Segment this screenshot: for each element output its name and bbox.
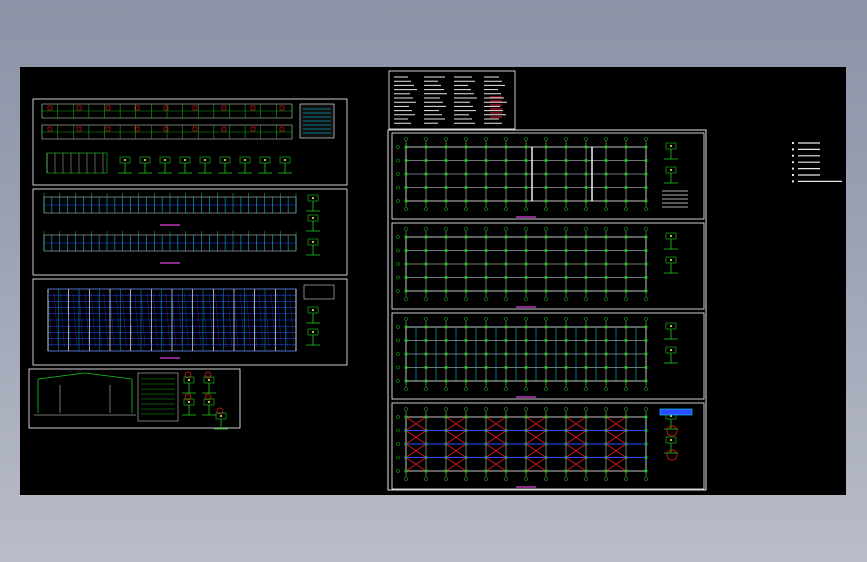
elevation-sheet [32, 98, 348, 186]
legend-marker [792, 142, 794, 144]
notes-sheet [388, 70, 516, 130]
legend-marker [792, 148, 794, 151]
plan-sheet-4 [391, 402, 705, 490]
drawing-canvas[interactable] [20, 67, 846, 495]
legend-marker [792, 167, 794, 170]
plan-sheet-1 [391, 132, 705, 220]
legend-layer [792, 142, 842, 183]
cad-drawing-viewport[interactable] [20, 67, 846, 495]
legend-marker [792, 180, 794, 183]
legend-marker [792, 154, 794, 157]
plan-sheet-2 [391, 222, 705, 310]
plan-sheet-3 [391, 312, 705, 400]
detail-sheet-small [28, 368, 241, 430]
right-column-frame [387, 129, 707, 491]
legend-marker [792, 161, 794, 164]
structural-plan-sheet [32, 278, 348, 366]
sheets-layer [28, 70, 707, 491]
section-sheet [32, 188, 348, 276]
legend-marker [792, 174, 794, 176]
